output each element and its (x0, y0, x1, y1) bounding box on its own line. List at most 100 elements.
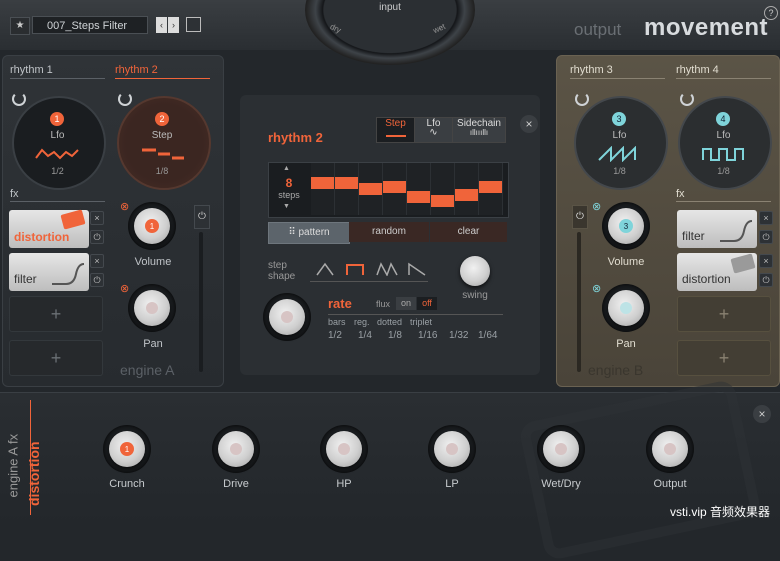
engine-a-fader[interactable] (199, 232, 203, 372)
step-column[interactable] (311, 163, 335, 215)
rhythm-2-type: Step (151, 130, 173, 141)
rhythm-1-power-icon[interactable] (12, 92, 26, 106)
step-value-bar (431, 195, 454, 207)
engine-b-power-button[interactable]: ⏻ (572, 205, 588, 229)
rhythm-1-badge: 1 (50, 112, 64, 126)
tab-rhythm-3[interactable]: rhythm 3 (570, 64, 613, 76)
step-column[interactable] (335, 163, 359, 215)
rate-value-1-32[interactable]: 1/32 (449, 330, 468, 341)
output-knob-label: Output (653, 478, 687, 490)
fx-add-slot-a-1[interactable]: + (9, 296, 103, 332)
filter-curve-icon (52, 263, 85, 285)
step-column[interactable] (407, 163, 431, 215)
fx-slot-b-2-power[interactable]: ⏻ (759, 273, 773, 287)
step-value-bar (383, 181, 406, 193)
fx-add-slot-b-1[interactable]: + (677, 296, 771, 332)
tab-rhythm-4[interactable]: rhythm 4 (676, 64, 719, 76)
volume-mod-icon-b[interactable]: ⊗ (592, 200, 601, 213)
fx-underline-a (10, 201, 105, 202)
preset-prev-button[interactable]: ‹ (156, 17, 167, 33)
rate-value-1-64[interactable]: 1/64 (478, 330, 497, 341)
mode-button-lfo[interactable]: Lfo ∿ (414, 117, 453, 143)
shape-square-icon[interactable] (346, 262, 364, 276)
step-value-bar (359, 183, 382, 195)
shape-ramp-icon[interactable] (408, 262, 426, 276)
step-column[interactable] (383, 163, 407, 215)
tab-rhythm-1[interactable]: rhythm 1 (10, 64, 53, 76)
rhythm-2-power-icon[interactable] (118, 92, 132, 106)
rate-knob[interactable] (269, 299, 305, 335)
lp-knob[interactable] (434, 431, 470, 467)
drive-knob[interactable] (218, 431, 254, 467)
fx-slot-a-1-power[interactable]: ⏻ (90, 230, 104, 244)
fx-slot-b-2-close[interactable]: × (759, 254, 773, 268)
volume-mod-icon-a[interactable]: ⊗ (120, 200, 129, 213)
fx-add-slot-a-2[interactable]: + (9, 340, 103, 376)
fx-slot-a-2-close[interactable]: × (90, 254, 104, 268)
rate-mode-bars[interactable]: bars (328, 317, 346, 327)
pan-knob-a[interactable] (134, 290, 170, 326)
rate-mode-reg[interactable]: reg. (354, 317, 370, 327)
rate-value-1-4[interactable]: 1/4 (358, 330, 372, 341)
fx-slot-a-1-close[interactable]: × (90, 211, 104, 225)
preset-next-button[interactable]: › (168, 17, 179, 33)
rhythm-1-wave-icon (35, 148, 79, 160)
step-value-bar (479, 181, 502, 193)
rate-value-1-2[interactable]: 1/2 (328, 330, 342, 341)
step-column[interactable] (359, 163, 383, 215)
lfo-mode-icon: ∿ (429, 127, 438, 138)
rate-underline (328, 314, 503, 315)
fx-slot-a-2-power[interactable]: ⏻ (90, 273, 104, 287)
rhythm-3-power-icon[interactable] (575, 92, 589, 106)
fx-slot-b-2-label: distortion (682, 272, 731, 286)
rhythm-1-rate: 1/2 (51, 166, 64, 176)
engine-a-power-button[interactable]: ⏻ (194, 205, 210, 229)
pan-mod-icon-a[interactable]: ⊗ (120, 282, 129, 295)
wet-dry-knob[interactable] (543, 431, 579, 467)
step-grid[interactable] (311, 163, 506, 215)
steps-down-arrow[interactable]: ▼ (283, 203, 290, 210)
rate-mode-triplet[interactable]: triplet (410, 317, 432, 327)
fx-panel-close-button[interactable]: × (753, 405, 771, 423)
pan-knob-b[interactable] (608, 290, 644, 326)
rhythm-4-rate: 1/8 (717, 166, 730, 176)
swing-knob[interactable] (460, 256, 490, 286)
shape-triangle-icon[interactable] (316, 262, 334, 276)
close-editor-button[interactable]: × (520, 115, 538, 133)
fx-slot-b-1-power[interactable]: ⏻ (759, 230, 773, 244)
steps-up-arrow[interactable]: ▲ (283, 165, 290, 172)
output-knob[interactable] (652, 431, 688, 467)
flux-off-button[interactable]: off (417, 297, 437, 310)
preset-name-field[interactable]: 007_Steps Filter (32, 16, 148, 34)
fx-add-slot-b-2[interactable]: + (677, 340, 771, 376)
mode-button-step[interactable]: Step (376, 117, 415, 143)
pattern-button[interactable]: ⠿ pattern (268, 222, 350, 244)
fx-slot-a-2-label: filter (14, 272, 37, 286)
tab-underline-1 (10, 78, 105, 79)
fx-slot-b-1-close[interactable]: × (759, 211, 773, 225)
rhythm-3-badge: 3 (612, 112, 626, 126)
tab-rhythm-2[interactable]: rhythm 2 (115, 64, 158, 76)
fx-slot-b-1-label: filter (682, 229, 705, 243)
pan-label-b: Pan (616, 338, 636, 350)
rate-value-1-8[interactable]: 1/8 (388, 330, 402, 341)
save-icon[interactable] (186, 17, 201, 32)
engine-b-fader[interactable] (577, 232, 581, 372)
step-column[interactable] (431, 163, 455, 215)
random-button[interactable]: random (349, 222, 429, 242)
step-column[interactable] (455, 163, 479, 215)
hp-knob[interactable] (326, 431, 362, 467)
tab-underline-3 (570, 78, 665, 79)
steps-count[interactable]: 8 (278, 176, 300, 190)
pan-mod-icon-b[interactable]: ⊗ (592, 282, 601, 295)
rhythm-4-power-icon[interactable] (680, 92, 694, 106)
shape-saw-icon[interactable] (376, 262, 398, 276)
help-button[interactable]: ? (764, 6, 778, 20)
step-column[interactable] (479, 163, 503, 215)
rate-mode-dotted[interactable]: dotted (377, 317, 402, 327)
flux-on-button[interactable]: on (396, 297, 416, 310)
mode-button-sidechain[interactable]: Sidechain ıllıııllı (452, 117, 506, 143)
clear-button[interactable]: clear (430, 222, 507, 242)
star-button[interactable]: ★ (10, 17, 30, 35)
rate-value-1-16[interactable]: 1/16 (418, 330, 437, 341)
